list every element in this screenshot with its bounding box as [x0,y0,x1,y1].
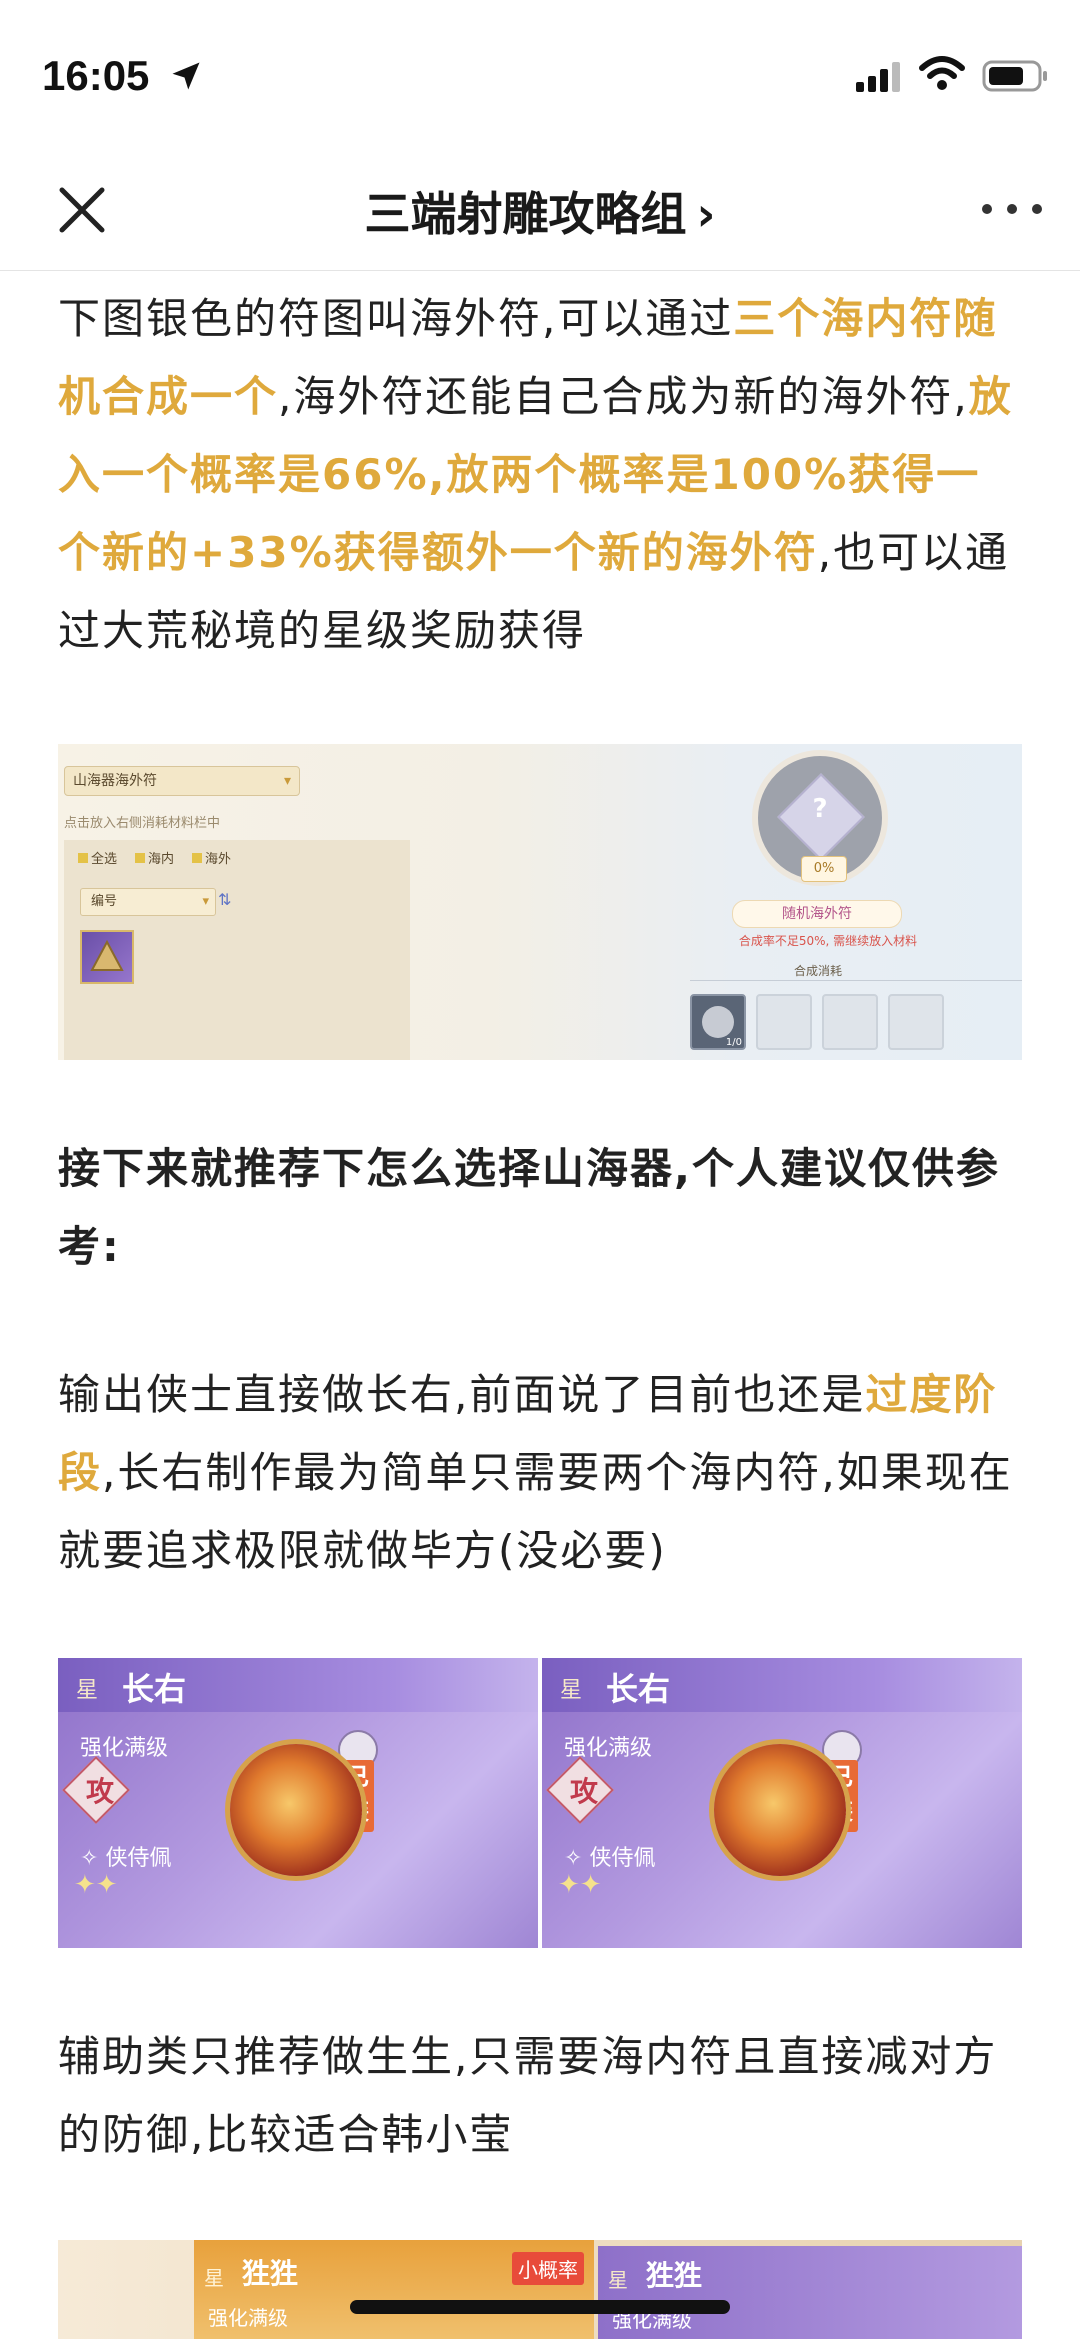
changyou-emblem-icon [714,1744,846,1876]
changyou-emblem-icon [230,1744,362,1876]
location-arrow-icon [172,62,200,90]
filter-row: 全选 海内 海外 [78,848,231,867]
changyou-card: 星 长右 强化满级 攻 ✧ 侠侍佩 ✦✦ 已装 [542,1658,1022,1948]
paragraph-overseas-talisman: 下图银色的符图叫海外符,可以通过三个海内符随机合成一个,海外符还能自己合成为新的… [58,294,1013,655]
more-options-icon[interactable] [982,196,1042,220]
slot-count: 1/0 [725,1037,742,1048]
shengsheng-card: 星 狌狌 强化满级 [598,2246,1022,2339]
card-title: 狌狌 [242,2257,299,2290]
filter-inner: 海内 [135,848,174,867]
sparkle-icon: ✦✦ [558,1870,602,1900]
sort-order-icon: ⇅ [218,890,232,909]
card-title: 长右 [122,1670,187,1708]
talisman-item [80,930,134,984]
sparkle-icon: ✦✦ [74,1870,118,1900]
star-label: 星 [608,2268,628,2292]
account-name[interactable]: 三端射雕攻略组 [365,187,687,241]
paragraph-recommendation-heading: 接下来就推荐下怎么选择山海器,个人建议仅供参考: [58,1144,1000,1271]
triangle-talisman-icon [90,939,124,971]
consume-slot-empty [888,994,944,1050]
sort-dropdown: 编号 ▾ [80,888,216,916]
percent-badge: 0% [801,856,847,882]
warning-text: 合成率不足50%, 需继续放入材料 [738,934,918,948]
paragraph-output-hero: 输出侠士直接做长右,前面说了目前也还是过度阶段,长右制作最为简单只需要两个海内符… [58,1370,1013,1575]
filter-all: 全选 [78,848,117,867]
star-label: 星 [560,1678,583,1703]
card-level: 强化满级 [208,2306,288,2330]
account-title[interactable]: 三端射雕攻略组 › [0,178,1080,244]
card-title: 长右 [606,1670,671,1708]
status-time: 16:05 [42,52,150,99]
changyou-cards-image[interactable]: 星 长右 强化满级 攻 ✧ 侠侍佩 ✦✦ 已装 星 长右 强化满级 攻 ✧ 侠侍… [58,1658,1022,1948]
status-bar: 16:05 [0,0,1080,150]
hint-text: 点击放入右侧消耗材料栏中 [64,816,221,831]
result-name: 随机海外符 [732,900,902,928]
coin-icon [702,1006,734,1038]
shengsheng-card: 星 狌狌 小概率 强化满级 [194,2240,594,2339]
nav-bar: 三端射雕攻略组 › [0,150,1080,271]
divider [690,980,1022,981]
article-body: 下图银色的符图叫海外符,可以通过三个海内符随机合成一个,海外符还能自己合成为新的… [58,280,1022,670]
paragraph-support-hero: 辅助类只推荐做生生,只需要海内符且直接减对方的防御,比较适合韩小莹 [58,2032,998,2159]
consume-label: 合成消耗 [793,964,842,978]
changyou-card: 星 长右 强化满级 攻 ✧ 侠侍佩 ✦✦ 已装 [58,1658,538,1948]
dropdown: 山海器海外符 ▾ [64,766,300,796]
consume-slot-filled: 1/0 [690,994,746,1050]
fusion-screenshot-image[interactable]: 山海器海外符 ▾ 点击放入右侧消耗材料栏中 全选 海内 海外 编号 ▾ ⇅ ? 0… [58,744,1022,1060]
star-label: 星 [76,1678,99,1703]
slot-label: ✧ 侠侍佩 [80,1846,172,1871]
shengsheng-cards-image[interactable]: 星 狌狌 小概率 强化满级 星 狌狌 强化满级 [58,2240,1022,2339]
consume-slot-empty [822,994,878,1050]
chevron-down-icon: ▾ [202,894,209,909]
home-indicator[interactable] [350,2300,730,2314]
attack-type: 攻 [569,1775,598,1808]
chevron-down-icon: ▾ [283,773,291,789]
battery-icon [982,60,1047,92]
slot-label: ✧ 侠侍佩 [564,1846,656,1871]
chevron-right-icon[interactable]: › [697,187,716,241]
probability-badge: 小概率 [512,2252,584,2285]
filter-outer: 海外 [192,848,231,867]
question-mark-icon: ? [812,794,828,824]
card-title: 狌狌 [646,2259,703,2292]
star-label: 星 [204,2266,224,2290]
consume-slot-empty [756,994,812,1050]
cellular-signal-icon [856,62,900,92]
attack-type: 攻 [85,1775,114,1808]
wifi-icon [919,56,965,90]
